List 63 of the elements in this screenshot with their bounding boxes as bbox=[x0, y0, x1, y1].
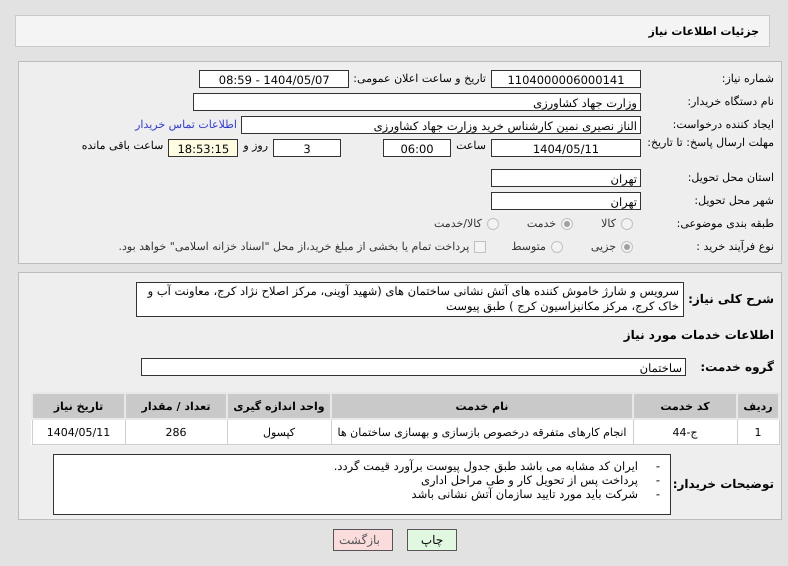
back-button[interactable]: بازگشت bbox=[333, 529, 393, 551]
radio-button[interactable] bbox=[621, 240, 633, 252]
text-field[interactable]: الناز نصیری نمین کارشناس خرید وزارت جهاد کشاورزی bbox=[241, 116, 641, 134]
note-line: ایران کد مشابه می باشد طبق جدول پیوست برآورد قیمت گردد. bbox=[334, 458, 638, 472]
text-field[interactable]: 1104000006000141 bbox=[491, 70, 641, 88]
bullet-mark: - bbox=[654, 458, 660, 472]
notes-field[interactable]: - ایران کد مشابه می باشد طبق جدول پیوست برآورد قیمت گردد. - پرداخت پس از تحویل کار و طی مراحل اداری - شرکت باید مورد تایید سازمان آتش نشانی باشد bbox=[53, 454, 671, 514]
text-field[interactable]: تهران bbox=[491, 168, 641, 186]
text-field[interactable]: 1404/05/11 bbox=[491, 139, 641, 157]
time-label: ساعت bbox=[456, 139, 486, 152]
column-header: کد خدمت bbox=[633, 393, 737, 419]
print-button[interactable]: چاپ bbox=[407, 529, 457, 551]
radio-button[interactable] bbox=[486, 218, 499, 230]
table-cell: کپسول bbox=[227, 419, 331, 444]
column-header: تاریخ نیاز bbox=[32, 393, 125, 419]
option-label: خدمت bbox=[526, 217, 556, 230]
description-field[interactable]: سرویس و شارژ خاموش کننده های آتش نشانی ساختمان های (شهید آوینی، مرکز اصلاح نژاد کرج، معاونت آب و خاک کرج، مرکز مکانیزاسیون کرج ) طبق پیوست bbox=[136, 282, 684, 317]
radio-button[interactable] bbox=[550, 240, 563, 252]
field-label: تاریخ و ساعت اعلان عمومی: bbox=[353, 72, 486, 85]
field-label: نوع فرآیند خرید : bbox=[695, 240, 775, 253]
option-label: کالا/خدمت bbox=[434, 217, 482, 230]
note-line: شرکت باید مورد تایید سازمان آتش نشانی باشد bbox=[412, 486, 638, 500]
table-cell: 286 bbox=[125, 419, 227, 444]
field-label: شرح کلی نیاز: bbox=[687, 291, 775, 306]
page-title: جزئیات اطلاعات نیاز bbox=[648, 24, 759, 38]
option-label: متوسط bbox=[511, 240, 546, 253]
remaining-label: ساعت باقی مانده bbox=[82, 139, 164, 152]
column-header: تعداد / مقدار bbox=[125, 393, 227, 419]
field-label: توضیحات خریدار: bbox=[672, 477, 775, 491]
column-header: نام خدمت bbox=[331, 393, 633, 419]
text-field[interactable]: 1404/05/07 - 08:59 bbox=[199, 70, 350, 88]
field-label: ایجاد کننده درخواست: bbox=[672, 118, 775, 131]
column-header: واحد اندازه گیری bbox=[227, 393, 331, 419]
field-label: استان محل تحویل: bbox=[686, 171, 775, 184]
text-field[interactable]: تهران bbox=[491, 192, 641, 210]
table-cell: ج-44 bbox=[633, 419, 737, 444]
text-field[interactable]: 3 bbox=[273, 139, 342, 157]
field-label: طبقه بندی موضوعی: bbox=[676, 217, 775, 230]
option-label: جزیی bbox=[590, 240, 616, 253]
bullet-mark: - bbox=[654, 472, 660, 486]
table-cell: 1404/05/11 bbox=[32, 419, 125, 444]
radio-button[interactable] bbox=[561, 218, 574, 230]
field-label: شماره نیاز: bbox=[720, 72, 775, 85]
field-label: گروه خدمت: bbox=[699, 360, 775, 374]
bullet-mark: - bbox=[654, 486, 660, 500]
text-field[interactable]: 18:53:15 bbox=[168, 139, 238, 157]
text-field[interactable]: ساختمان bbox=[141, 358, 686, 376]
field-label: شهر محل تحویل: bbox=[693, 194, 775, 207]
checkbox-label: پرداخت تمام یا بخشی از مبلغ خرید،از محل "اسناد خزانه اسلامی" خواهد بود. bbox=[118, 240, 470, 253]
days-label: روز و bbox=[243, 139, 268, 152]
text-field[interactable]: 06:00 bbox=[383, 139, 452, 157]
option-label: کالا bbox=[601, 217, 616, 230]
contact-link[interactable]: اطلاعات تماس خریدار bbox=[135, 118, 237, 131]
column-header: ردیف bbox=[737, 393, 779, 419]
field-label: مهلت ارسال پاسخ: تا تاریخ: bbox=[646, 136, 775, 150]
table-cell: 1 bbox=[737, 419, 779, 444]
field-label: نام دستگاه خریدار: bbox=[686, 95, 775, 108]
checkbox[interactable] bbox=[474, 240, 486, 252]
note-line: پرداخت پس از تحویل کار و طی مراحل اداری bbox=[420, 472, 638, 486]
table-cell: انجام کارهای متفرقه درخصوص بازسازی و بهسازی ساختمان ها bbox=[331, 419, 633, 444]
text-field[interactable]: وزارت جهاد کشاورزی bbox=[193, 92, 641, 110]
radio-button[interactable] bbox=[621, 218, 633, 230]
section-title: اطلاعات خدمات مورد نیاز bbox=[622, 328, 775, 344]
